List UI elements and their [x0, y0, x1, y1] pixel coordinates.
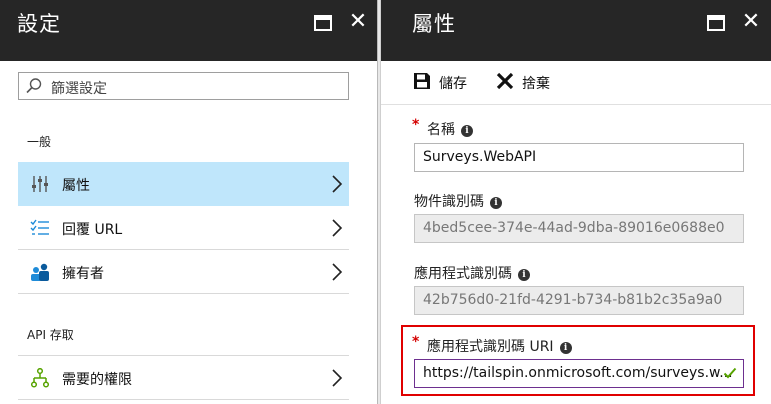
settings-blade: 設定 ✕ 篩選設定 一般 屬性 回覆 URL 擁有者 API 存取 需要的權限: [0, 0, 378, 404]
owners-icon: [31, 263, 49, 281]
section-general-label: 一般: [27, 135, 52, 149]
app-id-uri-label-text: 應用程式識別碼 URI: [427, 339, 554, 355]
app-id-label-text: 應用程式識別碼: [414, 266, 512, 282]
discard-icon: [496, 72, 514, 90]
name-input[interactable]: Surveys.WebAPI: [414, 143, 744, 172]
search-icon: [26, 78, 42, 94]
required-marker: *: [412, 117, 420, 133]
section-api-access-label: API 存取: [27, 328, 74, 342]
sidebar-item-label: 屬性: [62, 178, 90, 194]
sliders-icon: [32, 176, 48, 192]
sidebar-item-required-permissions[interactable]: 需要的權限: [18, 356, 349, 400]
command-bar-divider: [381, 104, 771, 105]
info-icon[interactable]: i: [559, 342, 572, 354]
search-placeholder: 篩選設定: [51, 81, 107, 97]
object-id-field-label: 物件識別碼 i: [414, 191, 502, 211]
maximize-icon[interactable]: [707, 15, 725, 31]
info-icon[interactable]: i: [518, 269, 530, 281]
info-icon[interactable]: i: [490, 197, 502, 209]
discard-label: 捨棄: [522, 76, 550, 92]
sidebar-item-owners[interactable]: 擁有者: [18, 250, 349, 294]
sidebar-item-reply-urls[interactable]: 回覆 URL: [18, 206, 349, 250]
list-icon: [30, 219, 49, 235]
sidebar-item-label: 需要的權限: [62, 372, 132, 388]
info-icon[interactable]: i: [461, 125, 473, 137]
settings-blade-title: 設定: [17, 12, 61, 36]
object-id-input[interactable]: 4bed5cee-374e-44ad-9dba-89016e0688e0: [414, 214, 744, 243]
properties-blade-header: 屬性 ✕: [381, 0, 771, 61]
save-label: 儲存: [439, 76, 467, 92]
app-id-uri-input[interactable]: https://tailspin.onmicrosoft.com/surveys…: [414, 359, 744, 388]
name-label-text: 名稱: [427, 122, 455, 138]
close-icon[interactable]: ✕: [346, 10, 370, 34]
chevron-right-icon: [332, 219, 343, 237]
settings-blade-header: 設定 ✕: [0, 0, 377, 61]
app-id-uri-value: https://tailspin.onmicrosoft.com/surveys…: [423, 365, 733, 381]
sidebar-item-label: 擁有者: [62, 266, 104, 282]
chevron-right-icon: [332, 369, 343, 387]
sidebar-item-label: 回覆 URL: [62, 222, 123, 238]
properties-blade-title: 屬性: [412, 12, 456, 36]
chevron-right-icon: [332, 175, 343, 193]
properties-blade: 屬性 ✕ 儲存 捨棄 * 名稱 i Surveys.WebAPI 物件識別碼 i 4…: [380, 0, 771, 404]
object-id-label-text: 物件識別碼: [414, 194, 484, 210]
app-id-field-label: 應用程式識別碼 i: [414, 263, 530, 283]
maximize-icon[interactable]: [314, 15, 332, 31]
app-id-input[interactable]: 42b756d0-21fd-4291-b734-b81b2c35a9a0: [414, 286, 744, 315]
checkmark-icon: [723, 367, 737, 379]
save-button[interactable]: 儲存: [412, 68, 482, 96]
close-icon[interactable]: ✕: [739, 10, 763, 34]
required-marker: *: [412, 334, 420, 350]
name-field-label: 名稱 i: [427, 119, 473, 139]
save-icon: [414, 73, 430, 89]
discard-button[interactable]: 捨棄: [495, 68, 565, 96]
filter-settings-search[interactable]: 篩選設定: [18, 72, 349, 100]
chevron-right-icon: [332, 263, 343, 281]
permissions-icon: [30, 368, 50, 388]
sidebar-item-properties[interactable]: 屬性: [18, 162, 349, 206]
app-id-uri-field-label: 應用程式識別碼 URI i: [427, 336, 572, 356]
